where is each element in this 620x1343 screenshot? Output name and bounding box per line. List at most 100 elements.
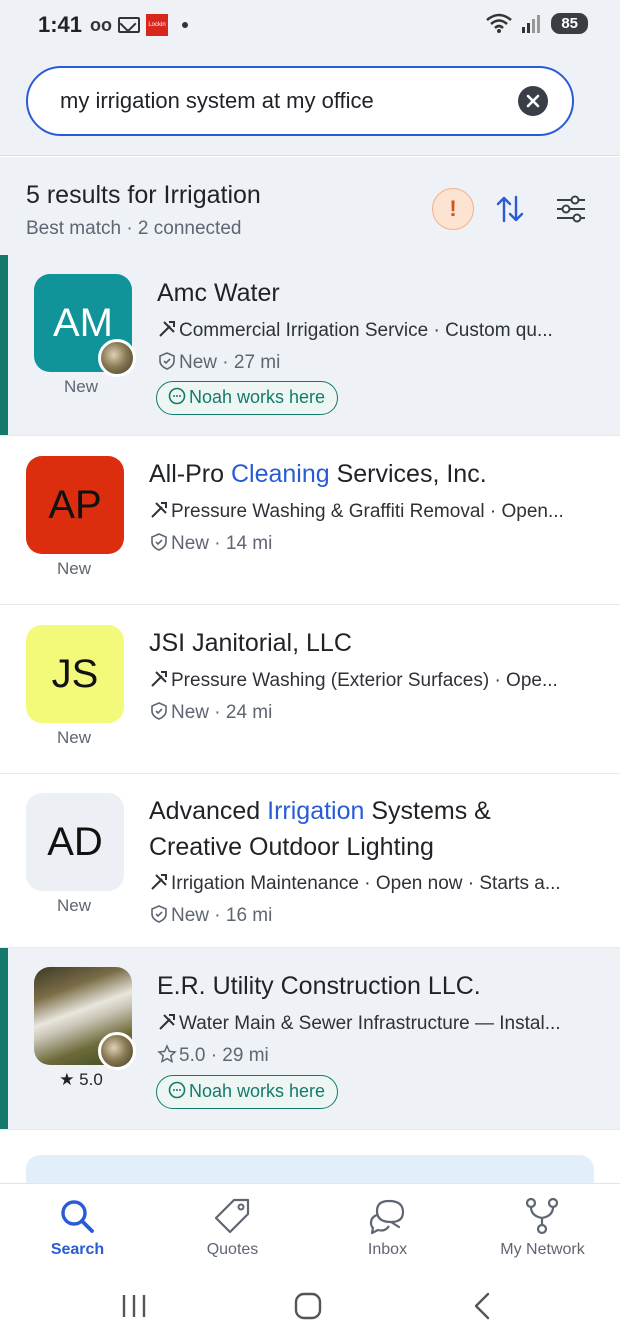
results-subtitle: Best match · 2 connected xyxy=(26,218,242,239)
name-match-highlight: Irrigation xyxy=(267,797,365,825)
avatar-caption: New xyxy=(56,728,91,747)
service-detail-text: Commercial Irrigation Service · Custom q… xyxy=(179,320,553,341)
service-detail-text: Pressure Washing (Exterior Surfaces) · O… xyxy=(171,670,558,691)
result-card-advanced-irrigation[interactable]: AD New Advanced Irrigation Systems & Cre… xyxy=(0,774,620,948)
service-detail: Commercial Irrigation Service · Custom q… xyxy=(157,319,607,342)
filter-sliders-icon[interactable] xyxy=(555,193,587,225)
service-detail-text: Water Main & Sewer Infrastructure — Inst… xyxy=(179,1013,561,1034)
result-card-all-pro[interactable]: AP New All-Pro Cleaning Services, Inc. P… xyxy=(0,436,620,605)
results-header: 5 results for Irrigation Best match · 2 … xyxy=(0,157,620,255)
status-distance-text: New · 24 mi xyxy=(171,702,273,723)
name-part: Advanced xyxy=(149,797,268,825)
voicemail-icon: oo xyxy=(90,14,112,35)
service-detail-text: Irrigation Maintenance · Open now · Star… xyxy=(171,873,561,894)
result-card-amc-water[interactable]: AM New Amc Water Commercial Irrigation S… xyxy=(0,255,620,436)
connection-chip[interactable]: Noah works here xyxy=(156,381,339,415)
status-distance: New · 14 mi xyxy=(149,532,272,555)
service-detail: Water Main & Sewer Infrastructure — Inst… xyxy=(157,1012,607,1035)
business-avatar: AP xyxy=(26,456,124,554)
nav-tab-my-network[interactable]: My Network xyxy=(465,1184,620,1272)
wifi-icon xyxy=(486,13,513,33)
back-icon[interactable] xyxy=(470,1291,494,1321)
result-card-jsi-janitorial[interactable]: JS New JSI Janitorial, LLC Pressure Wash… xyxy=(0,605,620,774)
chat-icon xyxy=(168,1081,186,1099)
tag-icon xyxy=(214,1198,250,1234)
service-detail-text: Pressure Washing & Graffiti Removal · Op… xyxy=(171,501,564,522)
nav-label: My Network xyxy=(500,1241,585,1258)
nav-tab-search[interactable]: Search xyxy=(0,1184,155,1272)
connected-accent-bar xyxy=(0,948,8,1129)
star-outline-icon xyxy=(157,1044,177,1063)
business-name-line2: Creative Outdoor Lighting xyxy=(149,833,434,861)
nav-label: Inbox xyxy=(367,1241,408,1258)
shield-icon xyxy=(151,905,167,923)
name-part: Systems & xyxy=(364,797,491,825)
status-distance-text: New · 27 mi xyxy=(179,352,281,373)
business-name: All-Pro Cleaning Services, Inc. xyxy=(149,456,487,492)
avatar-caption: New xyxy=(56,896,91,915)
status-distance: New · 24 mi xyxy=(149,701,272,724)
status-distance-text: New · 16 mi xyxy=(171,905,273,926)
shield-icon xyxy=(151,533,167,551)
gmail-icon xyxy=(118,17,140,33)
results-count-title: 5 results for Irrigation xyxy=(26,181,261,209)
more-notifications-icon xyxy=(182,22,188,28)
search-icon xyxy=(61,1200,94,1233)
nav-tab-quotes[interactable]: Quotes xyxy=(155,1184,310,1272)
chat-icon xyxy=(168,387,186,405)
search-header: my irrigation system at my office xyxy=(0,50,620,156)
rating-distance-text: 5.0 · 29 mi xyxy=(179,1045,269,1066)
lockin-app-icon: Lockin xyxy=(146,14,168,36)
connection-chip[interactable]: Noah works here xyxy=(156,1075,339,1109)
rating-caption: ★ 5.0 xyxy=(59,1070,103,1089)
service-detail: Pressure Washing & Graffiti Removal · Op… xyxy=(149,500,599,523)
connection-photo-badge xyxy=(98,1032,136,1070)
nav-label: Search xyxy=(50,1241,105,1258)
business-name: Advanced Irrigation Systems & xyxy=(149,793,491,829)
avatar-caption: New xyxy=(56,559,91,578)
result-card-er-utility[interactable]: ★ 5.0 E.R. Utility Construction LLC. Wat… xyxy=(0,948,620,1130)
tools-icon xyxy=(159,321,175,337)
tools-icon xyxy=(151,502,167,518)
service-detail: Pressure Washing (Exterior Surfaces) · O… xyxy=(149,669,599,692)
nav-label: Quotes xyxy=(206,1241,259,1258)
recent-apps-icon[interactable] xyxy=(120,1291,148,1321)
network-icon xyxy=(525,1197,559,1235)
clear-search-button[interactable] xyxy=(518,86,548,116)
service-detail: Irrigation Maintenance · Open now · Star… xyxy=(149,872,599,895)
chat-bubbles-icon xyxy=(369,1199,405,1235)
system-navigation-bar xyxy=(0,1271,620,1343)
business-avatar: JS xyxy=(26,625,124,723)
system-status-icons: 85 xyxy=(485,12,588,34)
connection-photo-badge xyxy=(98,339,136,377)
tools-icon xyxy=(159,1014,175,1030)
status-distance: New · 16 mi xyxy=(149,904,272,927)
bottom-navigation: Search Quotes Inbox My Network xyxy=(0,1183,620,1271)
rating-distance: 5.0 · 29 mi xyxy=(157,1044,269,1067)
business-name: E.R. Utility Construction LLC. xyxy=(157,972,481,1000)
connection-chip-text: Noah works here xyxy=(189,1081,326,1101)
connection-chip-text: Noah works here xyxy=(189,387,326,407)
avatar-caption: New xyxy=(63,377,98,396)
tools-icon xyxy=(151,874,167,890)
sort-icon[interactable] xyxy=(494,193,526,225)
battery-indicator: 85 xyxy=(551,12,588,34)
nav-tab-inbox[interactable]: Inbox xyxy=(310,1184,465,1272)
status-time: 1:41 xyxy=(38,12,83,37)
connected-accent-bar xyxy=(0,255,8,435)
business-name: JSI Janitorial, LLC xyxy=(149,629,352,657)
name-part: Services, Inc. xyxy=(329,460,487,488)
name-match-highlight: Cleaning xyxy=(230,460,330,488)
search-input[interactable]: my irrigation system at my office xyxy=(26,66,574,136)
business-name: Amc Water xyxy=(157,279,280,307)
name-part: All-Pro xyxy=(149,460,231,488)
notification-icons: oo Lockin xyxy=(90,14,188,36)
search-query: my irrigation system at my office xyxy=(60,88,374,113)
status-distance-text: New · 14 mi xyxy=(171,533,273,554)
shield-icon xyxy=(151,702,167,720)
home-icon[interactable] xyxy=(293,1291,323,1321)
business-avatar: AD xyxy=(26,793,124,891)
shield-icon xyxy=(159,352,175,370)
alert-button[interactable]: ! xyxy=(432,188,474,230)
status-distance: New · 27 mi xyxy=(157,351,280,374)
